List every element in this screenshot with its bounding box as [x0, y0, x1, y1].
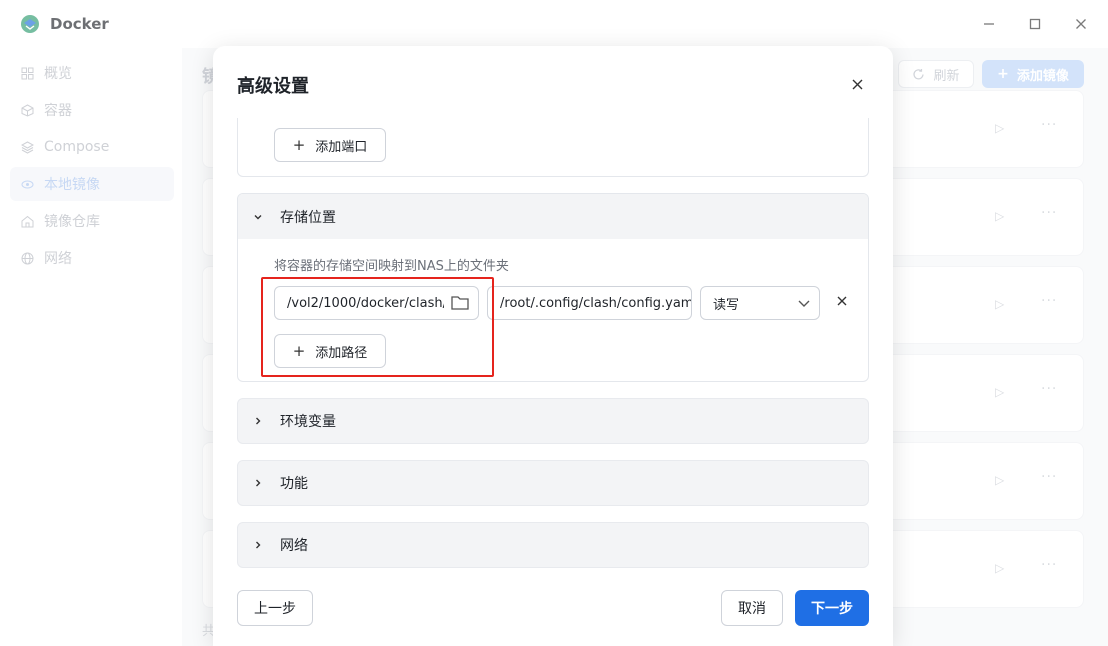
container-path-value: /root/.config/clash/config.yaml: [500, 295, 692, 311]
add-port-button[interactable]: + 添加端口: [274, 128, 386, 162]
chevron-right-icon: [252, 540, 264, 550]
next-step-button[interactable]: 下一步: [795, 590, 869, 626]
chevron-right-icon: [252, 478, 264, 488]
dialog-close-button[interactable]: [847, 74, 867, 94]
cancel-button[interactable]: 取消: [721, 590, 783, 626]
chevron-down-icon: [252, 212, 264, 222]
storage-section-header[interactable]: 存储位置: [238, 194, 868, 239]
container-path-field[interactable]: /root/.config/clash/config.yaml: [487, 286, 692, 320]
plus-icon: +: [292, 136, 306, 154]
network-section-header[interactable]: 网络: [237, 522, 869, 568]
storage-description: 将容器的存储空间映射到NAS上的文件夹: [274, 259, 509, 274]
port-section: + 添加端口: [237, 118, 869, 177]
section-title: 网络: [280, 538, 308, 554]
chevron-right-icon: [252, 416, 264, 426]
chevron-down-icon: [798, 300, 810, 307]
storage-section: 存储位置 将容器的存储空间映射到NAS上的文件夹 /vol2/1000/dock…: [237, 193, 869, 382]
section-title: 功能: [280, 476, 308, 492]
close-icon: [837, 296, 847, 306]
env-vars-section-header[interactable]: 环境变量: [237, 398, 869, 444]
mode-select[interactable]: 读写: [700, 286, 820, 320]
storage-section-title: 存储位置: [280, 209, 336, 226]
dialog-body[interactable]: + 添加端口 存储位置 将容器的存储空间映射到NAS上的文件夹 /vol2/10…: [237, 118, 869, 578]
red-highlight-box: [261, 277, 494, 377]
add-port-label: 添加端口: [315, 139, 368, 155]
advanced-settings-dialog: 高级设置 + 添加端口 存储位置 将容器的存储空间映射到NAS上的文件夹 /vo…: [213, 46, 893, 646]
remove-path-button[interactable]: [834, 293, 850, 309]
close-icon: [852, 79, 862, 89]
mode-value: 读写: [713, 297, 740, 313]
previous-step-button[interactable]: 上一步: [237, 590, 313, 626]
dialog-title: 高级设置: [237, 76, 309, 97]
section-title: 环境变量: [280, 414, 336, 430]
capabilities-section-header[interactable]: 功能: [237, 460, 869, 506]
